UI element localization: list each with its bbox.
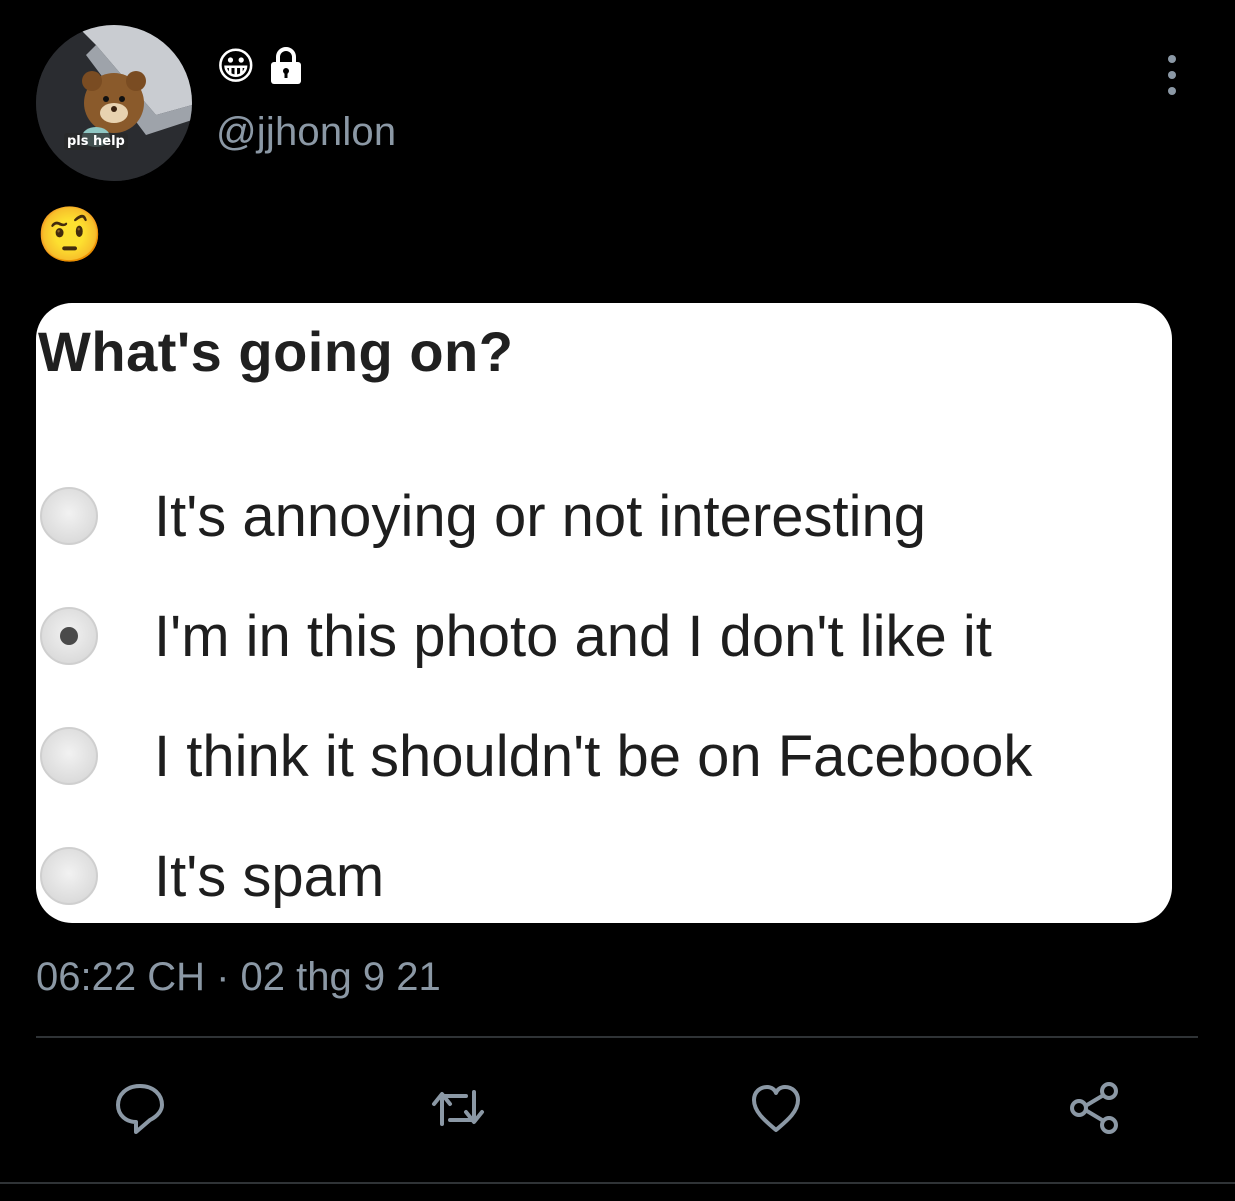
avatar[interactable]: pls help — [36, 25, 192, 181]
retweet-button[interactable] — [422, 1072, 494, 1144]
divider — [0, 1182, 1235, 1184]
tweet-timestamp[interactable]: 06:22 CH · 02 thg 9 21 — [36, 955, 441, 1000]
tweet-media-image[interactable]: What's going on? It's annoying or not in… — [36, 303, 1172, 923]
retweet-icon — [432, 1090, 484, 1126]
user-handle[interactable]: @jjhonlon — [216, 110, 396, 155]
teddy-bear-avatar-icon — [36, 25, 192, 181]
report-option: I'm in this photo and I don't like it — [36, 601, 992, 671]
media-title: What's going on? — [38, 320, 514, 383]
reply-button[interactable] — [104, 1072, 176, 1144]
lock-icon — [270, 47, 301, 84]
action-bar — [0, 1072, 1235, 1144]
share-icon — [1070, 1082, 1118, 1134]
divider — [36, 1036, 1198, 1038]
radio-button — [40, 727, 98, 785]
more-vertical-icon — [1168, 55, 1176, 63]
more-options-button[interactable] — [1155, 55, 1189, 95]
report-option: I think it shouldn't be on Facebook — [36, 721, 1032, 791]
radio-button — [40, 487, 98, 545]
tweet-text: 🤨 — [36, 203, 104, 266]
reply-icon — [116, 1084, 164, 1134]
like-button[interactable] — [740, 1072, 812, 1144]
share-button[interactable] — [1058, 1072, 1130, 1144]
radio-button-selected — [40, 607, 98, 665]
radio-button — [40, 847, 98, 905]
option-label: It's annoying or not interesting — [154, 483, 926, 549]
option-label: I'm in this photo and I don't like it — [154, 603, 992, 669]
option-label: It's spam — [154, 843, 385, 909]
report-option: It's spam — [36, 841, 384, 911]
report-option: It's annoying or not interesting — [36, 481, 926, 551]
option-label: I think it shouldn't be on Facebook — [154, 723, 1033, 789]
heart-icon — [752, 1085, 800, 1132]
display-name[interactable]: 😀 — [216, 42, 304, 90]
display-name-emoji: 😀 — [216, 44, 256, 88]
avatar-caption: pls help — [64, 133, 128, 150]
